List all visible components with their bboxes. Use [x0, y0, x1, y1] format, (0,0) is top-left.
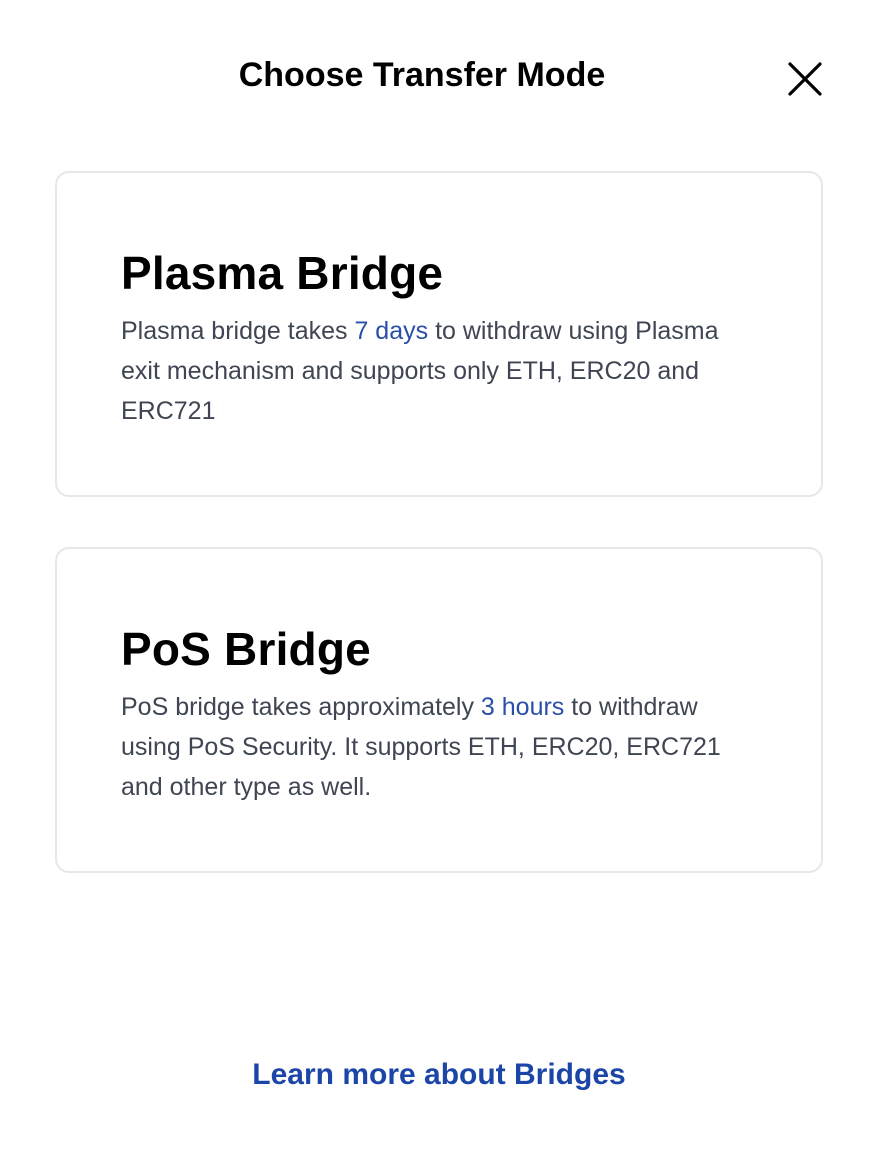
modal-title: Choose Transfer Mode — [238, 56, 606, 94]
pos-bridge-title: PoS Bridge — [121, 623, 371, 675]
plasma-bridge-description: Plasma bridge takes 7 days to withdraw u… — [121, 311, 761, 431]
close-button[interactable] — [782, 56, 828, 102]
learn-more-label: Learn more about Bridges — [252, 1058, 626, 1091]
pos-withdraw-time: 3 hours — [480, 693, 565, 721]
pos-bridge-card[interactable]: PoS Bridge PoS bridge takes approximatel… — [55, 547, 823, 873]
plasma-desc-text: Plasma bridge takes — [121, 317, 355, 345]
transfer-mode-modal: Choose Transfer Mode Plasma Bridge Plasm… — [0, 0, 878, 1152]
pos-desc-text: PoS bridge takes approximately — [121, 693, 481, 721]
pos-bridge-description: PoS bridge takes approximately 3 hours t… — [121, 687, 761, 807]
learn-more-bridges-link[interactable]: Learn more about Bridges — [0, 1054, 878, 1096]
close-icon — [788, 62, 822, 96]
plasma-withdraw-time: 7 days — [354, 317, 429, 345]
plasma-bridge-card[interactable]: Plasma Bridge Plasma bridge takes 7 days… — [55, 171, 823, 497]
plasma-bridge-title: Plasma Bridge — [121, 247, 444, 299]
